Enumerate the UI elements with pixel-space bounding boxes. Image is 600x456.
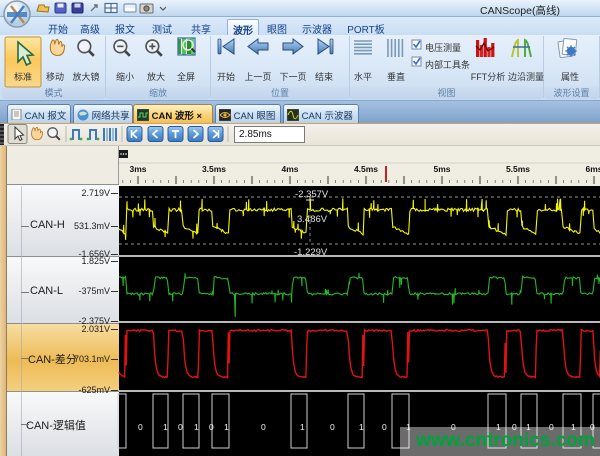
- svg-text:1: 1: [359, 422, 364, 432]
- svg-text:0: 0: [138, 422, 143, 432]
- svg-text:0: 0: [261, 422, 266, 432]
- svg-text:0: 0: [330, 422, 335, 432]
- svg-text:1: 1: [194, 422, 199, 432]
- svg-text:0: 0: [178, 422, 183, 432]
- svg-text:1: 1: [300, 422, 305, 432]
- svg-text:0: 0: [209, 422, 214, 432]
- svg-text:1: 1: [163, 422, 168, 432]
- svg-text:0: 0: [382, 422, 387, 432]
- svg-text:1: 1: [224, 422, 229, 432]
